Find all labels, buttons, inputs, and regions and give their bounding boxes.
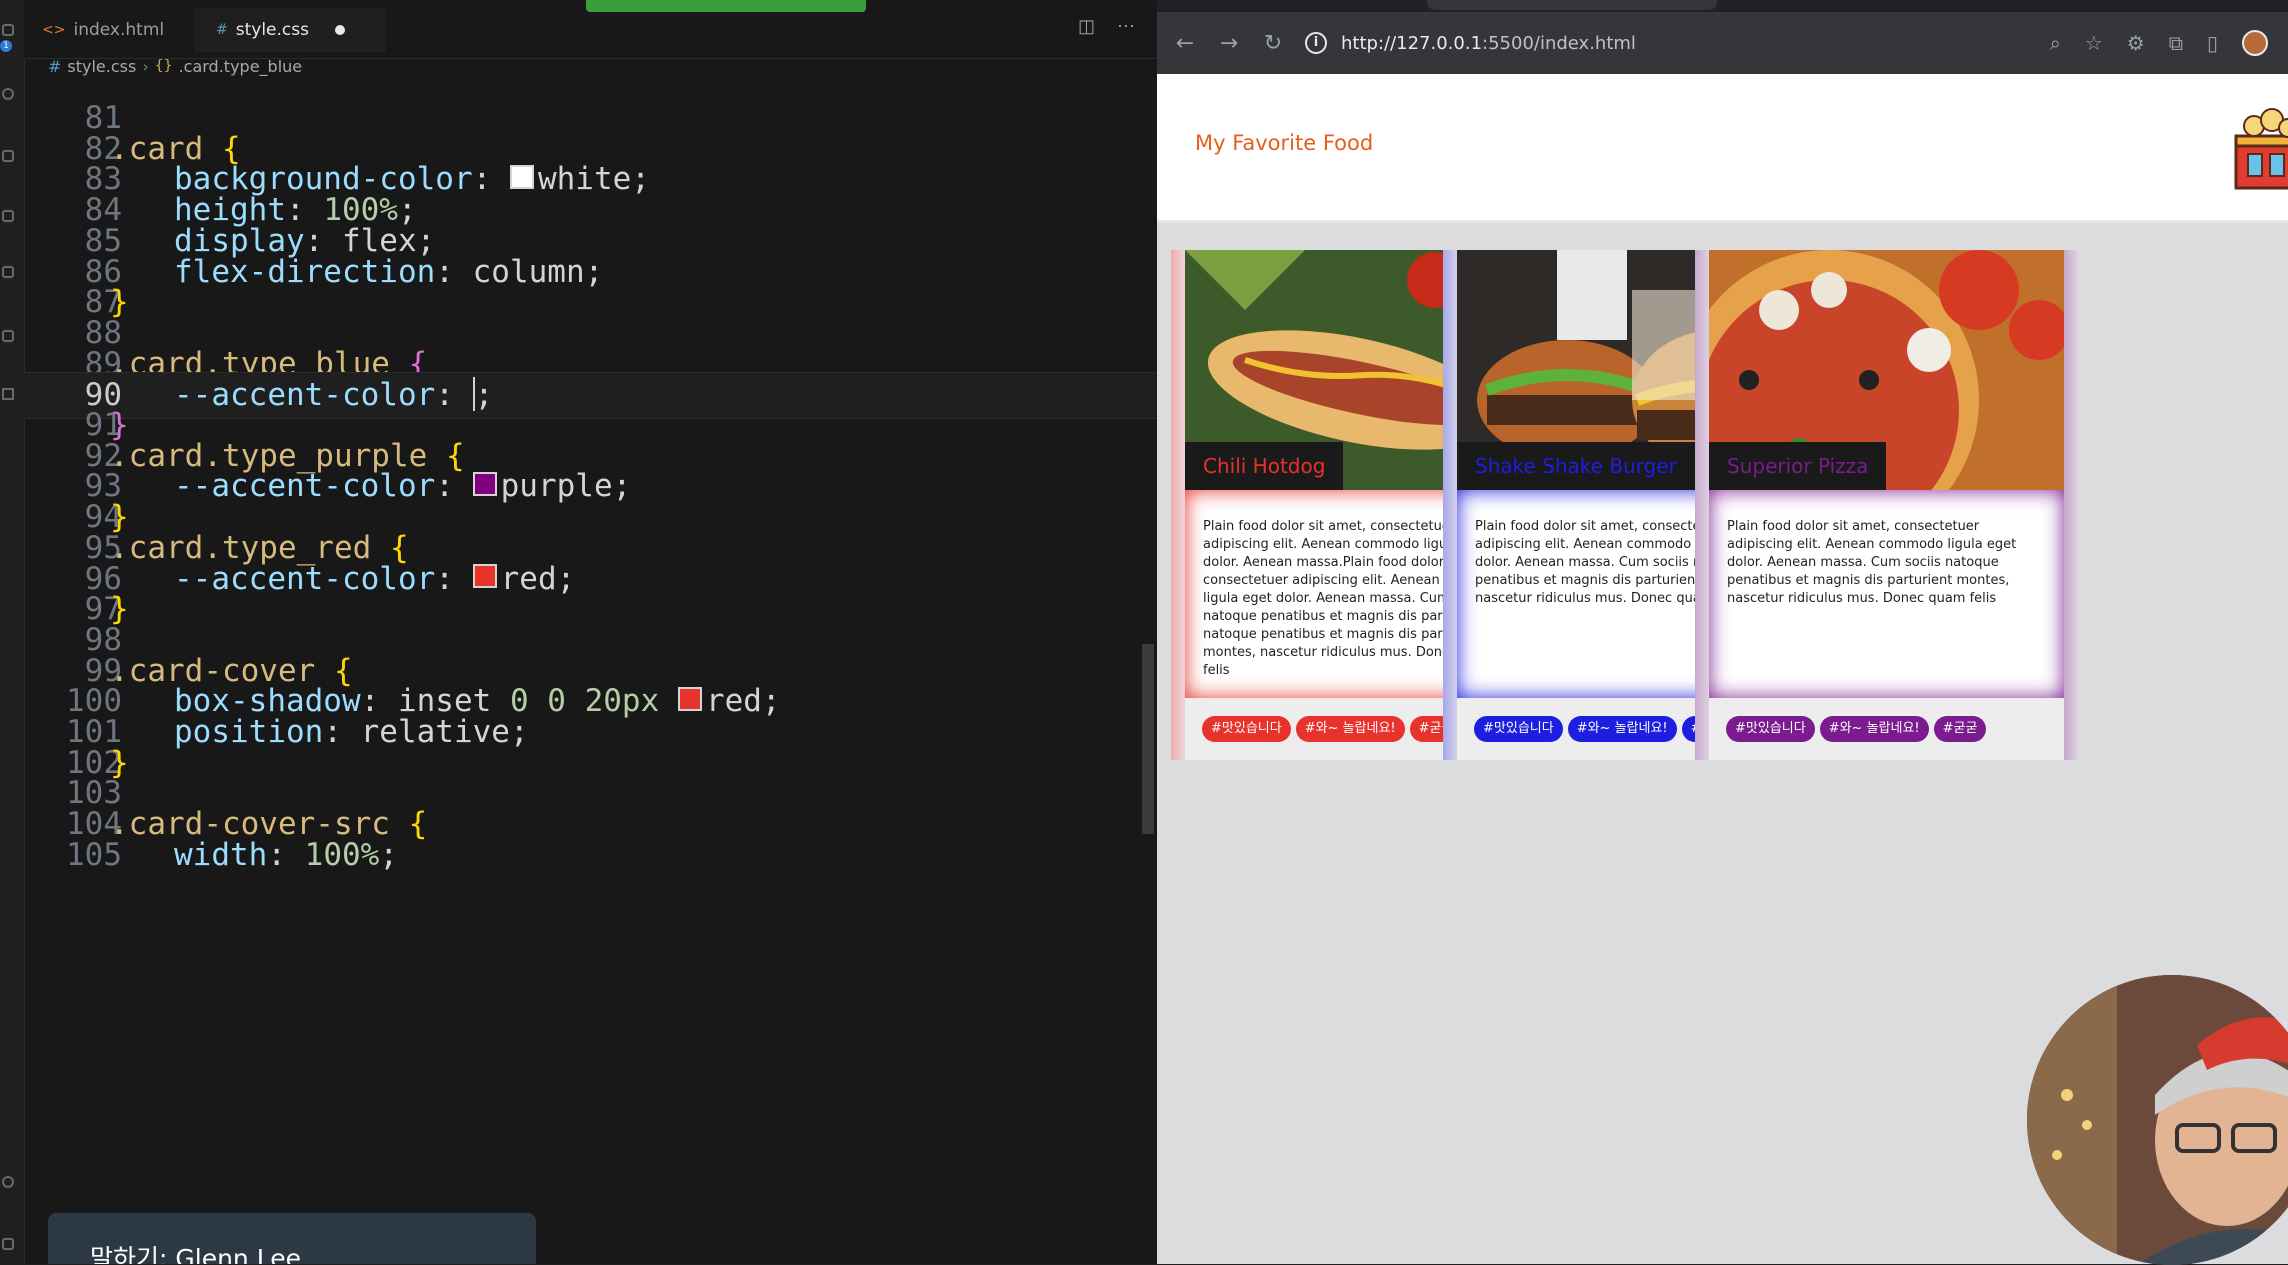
split-editor-icon[interactable]: ◫ — [1078, 16, 1095, 37]
source-control-icon[interactable] — [2, 150, 14, 162]
editor-scrollbar[interactable] — [1142, 644, 1154, 834]
hashtag-chip[interactable]: #맛있습니다 — [1474, 716, 1563, 742]
color-swatch-icon[interactable] — [509, 164, 534, 189]
tab-style-css[interactable]: # style.css — [194, 8, 386, 52]
chevron-right-icon: › — [142, 56, 149, 76]
css-file-icon: # — [48, 56, 62, 76]
unsaved-dot-icon[interactable] — [334, 25, 345, 35]
side-panel-icon[interactable]: ▯ — [2207, 31, 2218, 55]
extension-gear-icon[interactable]: ⚙ — [2127, 31, 2145, 55]
card-title[interactable]: Shake Shake Burger — [1457, 442, 1695, 490]
code-editor: 1 <> index.html # style.css ◫ ⋯ # style.… — [0, 0, 1157, 1264]
explorer-badge: 1 — [0, 40, 12, 52]
activity-bar: 1 — [0, 0, 25, 1264]
zoom-icon[interactable]: ⌕ — [2050, 31, 2061, 55]
remote-icon[interactable] — [2, 330, 14, 342]
bookmark-star-icon[interactable]: ☆ — [2085, 31, 2103, 55]
food-card[interactable]: Superior Pizza Plain food dolor sit amet,… — [1695, 250, 2078, 760]
toolbar-icons: ⌕ ☆ ⚙ ⧉ ▯ — [2050, 12, 2288, 74]
color-swatch-icon[interactable] — [677, 686, 702, 711]
run-debug-icon[interactable] — [2, 210, 14, 222]
profile-avatar[interactable] — [2242, 30, 2268, 56]
tab-label: index.html — [73, 20, 165, 40]
site-header: My Favorite Food — [1157, 74, 2288, 223]
site-info-icon[interactable]: i — [1305, 32, 1327, 54]
line-number[interactable]: 105 — [24, 833, 122, 878]
breadcrumb-symbol[interactable]: .card.type_blue — [179, 57, 303, 76]
color-swatch-icon[interactable] — [472, 564, 497, 588]
breadcrumb: # style.css › {} .card.type_blue — [48, 56, 303, 76]
tab-index-html[interactable]: <> index.html — [40, 8, 192, 52]
editor-actions: ◫ ⋯ — [1078, 16, 1135, 37]
css-value: ; — [379, 836, 398, 873]
editor-tab-bar: <> index.html # style.css ◫ ⋯ — [24, 0, 1157, 59]
hashtag-chip[interactable]: #와~ 놀랍네요! — [1295, 716, 1405, 742]
settings-gear-icon[interactable] — [2, 1238, 14, 1250]
css-number: 100% — [304, 836, 380, 873]
card-description: Plain food dolor sit amet, consectetuer … — [1709, 490, 2064, 698]
css-property: width — [174, 836, 268, 873]
more-actions-icon[interactable]: ⋯ — [1117, 16, 1135, 37]
color-swatch-icon[interactable] — [472, 471, 497, 496]
explorer-icon[interactable] — [2, 24, 14, 36]
hashtag-chip[interactable]: #맛있습니다 — [1202, 716, 1291, 742]
card-title[interactable]: Superior Pizza — [1709, 442, 1887, 490]
site-brand[interactable]: My Favorite Food — [1195, 131, 1373, 155]
css-file-icon: # — [216, 22, 228, 38]
address-bar[interactable]: i http://127.0.0.1:5500/index.html — [1305, 32, 1636, 54]
browser-toolbar: ← → ↻ i http://127.0.0.1:5500/index.html… — [1157, 12, 2288, 74]
live-share-strip — [586, 0, 866, 12]
hashtag-chip[interactable]: #와~ 놀랍네요! — [1567, 716, 1677, 742]
extensions-puzzle-icon[interactable]: ⧉ — [2169, 31, 2183, 55]
card-tags: #맛있습니다#와~ 놀랍네요!#굳굳 — [1202, 716, 1463, 742]
account-icon[interactable] — [2, 1176, 14, 1188]
punctuation: : — [267, 836, 305, 873]
extensions-icon[interactable] — [2, 266, 14, 278]
speaking-notification: 말하기: Glenn Lee — [48, 1213, 536, 1264]
browser-tab[interactable] — [1427, 0, 1717, 10]
testing-icon[interactable] — [2, 388, 14, 400]
popcorn-logo-icon — [2234, 108, 2288, 190]
tab-label: style.css — [235, 20, 309, 40]
html-file-icon: <> — [42, 22, 66, 38]
search-icon[interactable] — [2, 88, 14, 100]
symbol-class-icon: {} — [154, 58, 173, 74]
card-title[interactable]: Chili Hotdog — [1185, 442, 1344, 490]
card-cover: Superior Pizza Plain food dolor sit amet,… — [1695, 250, 2078, 698]
url-text[interactable]: http://127.0.0.1:5500/index.html — [1341, 33, 1636, 54]
hashtag-chip[interactable]: #와~ 놀랍네요! — [1819, 716, 1929, 742]
breadcrumb-file[interactable]: style.css — [67, 57, 136, 76]
hashtag-chip[interactable]: #굳굳 — [1933, 716, 1987, 742]
line-source: width: 100%; — [174, 833, 398, 878]
reload-icon[interactable]: ↻ — [1251, 31, 1295, 56]
code-line[interactable]: 105 width: 100%; — [24, 833, 1157, 878]
hashtag-chip[interactable]: #맛있습니다 — [1726, 716, 1815, 742]
back-arrow-icon[interactable]: ← — [1163, 31, 1207, 56]
forward-arrow-icon[interactable]: → — [1207, 31, 1251, 56]
browser-tab-strip — [1157, 0, 2288, 12]
card-tags: #맛있습니다#와~ 놀랍네요!#굳굳 — [1726, 716, 1987, 742]
